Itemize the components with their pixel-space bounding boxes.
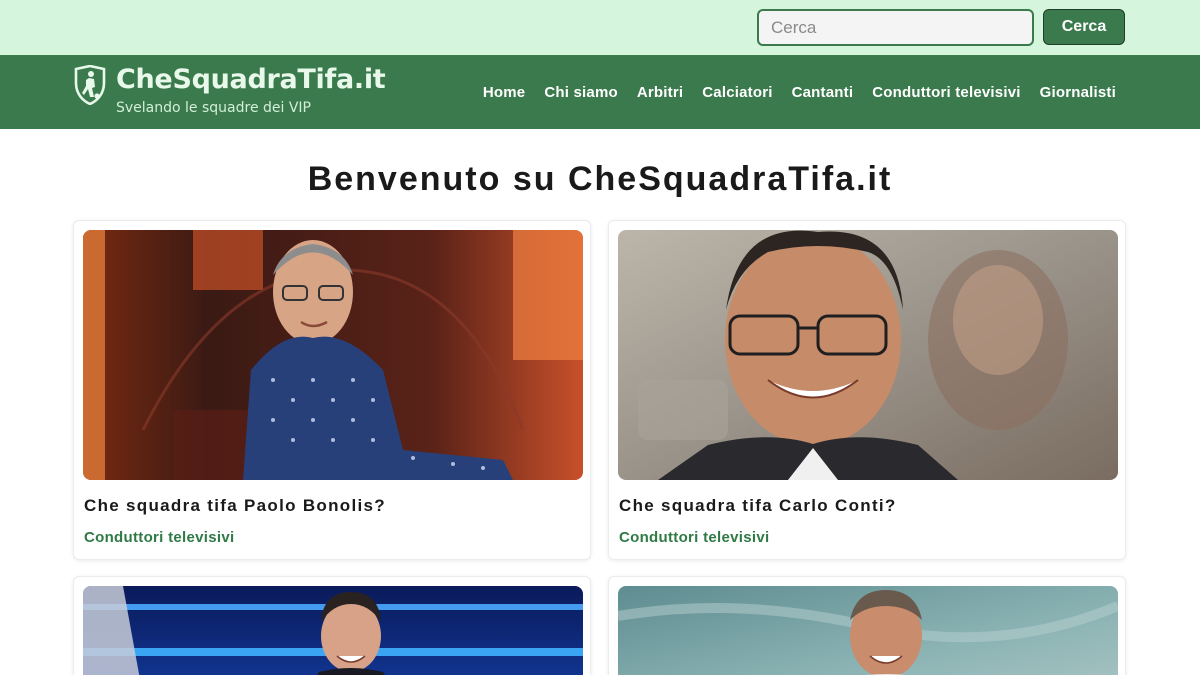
card-category-link[interactable]: Conduttori televisivi (619, 529, 769, 546)
nav-menu: Home Chi siamo Arbitri Calciatori Cantan… (483, 55, 1116, 129)
card-image-photo[interactable] (618, 586, 1118, 675)
nav-item-calciatori[interactable]: Calciatori (702, 84, 772, 101)
search-button[interactable]: Cerca (1043, 9, 1125, 45)
shield-player-icon (73, 64, 107, 106)
article-card[interactable]: Che squadra tifa Paolo Bonolis? Condutto… (73, 220, 591, 560)
card-title[interactable]: Che squadra tifa Carlo Conti? (619, 496, 897, 516)
site-logo[interactable]: CheSquadraTifa.it Svelando le squadre de… (73, 64, 393, 124)
brand-title: CheSquadraTifa.it (116, 64, 386, 95)
card-image-photo[interactable] (618, 230, 1118, 480)
brand-tagline: Svelando le squadre dei VIP (116, 100, 312, 116)
card-image-photo[interactable] (83, 586, 583, 675)
nav-item-cantanti[interactable]: Cantanti (792, 84, 854, 101)
nav-item-chi-siamo[interactable]: Chi siamo (544, 84, 617, 101)
article-card[interactable]: Che squadra tifa Carlo Conti? Conduttori… (608, 220, 1126, 560)
nav-item-giornalisti[interactable]: Giornalisti (1040, 84, 1116, 101)
page-title: Benvenuto su CheSquadraTifa.it (0, 160, 1200, 199)
nav-item-conduttori-televisivi[interactable]: Conduttori televisivi (872, 84, 1020, 101)
search-input[interactable] (757, 9, 1034, 46)
page-title-prefix: Benvenuto su (307, 160, 557, 198)
page-title-brand: CheSquadraTifa.it (567, 160, 893, 198)
article-card[interactable] (73, 576, 591, 675)
card-category-link[interactable]: Conduttori televisivi (84, 529, 234, 546)
card-image-photo[interactable] (83, 230, 583, 480)
nav-item-home[interactable]: Home (483, 84, 525, 101)
card-title[interactable]: Che squadra tifa Paolo Bonolis? (84, 496, 386, 516)
nav-item-arbitri[interactable]: Arbitri (637, 84, 683, 101)
article-card[interactable] (608, 576, 1126, 675)
